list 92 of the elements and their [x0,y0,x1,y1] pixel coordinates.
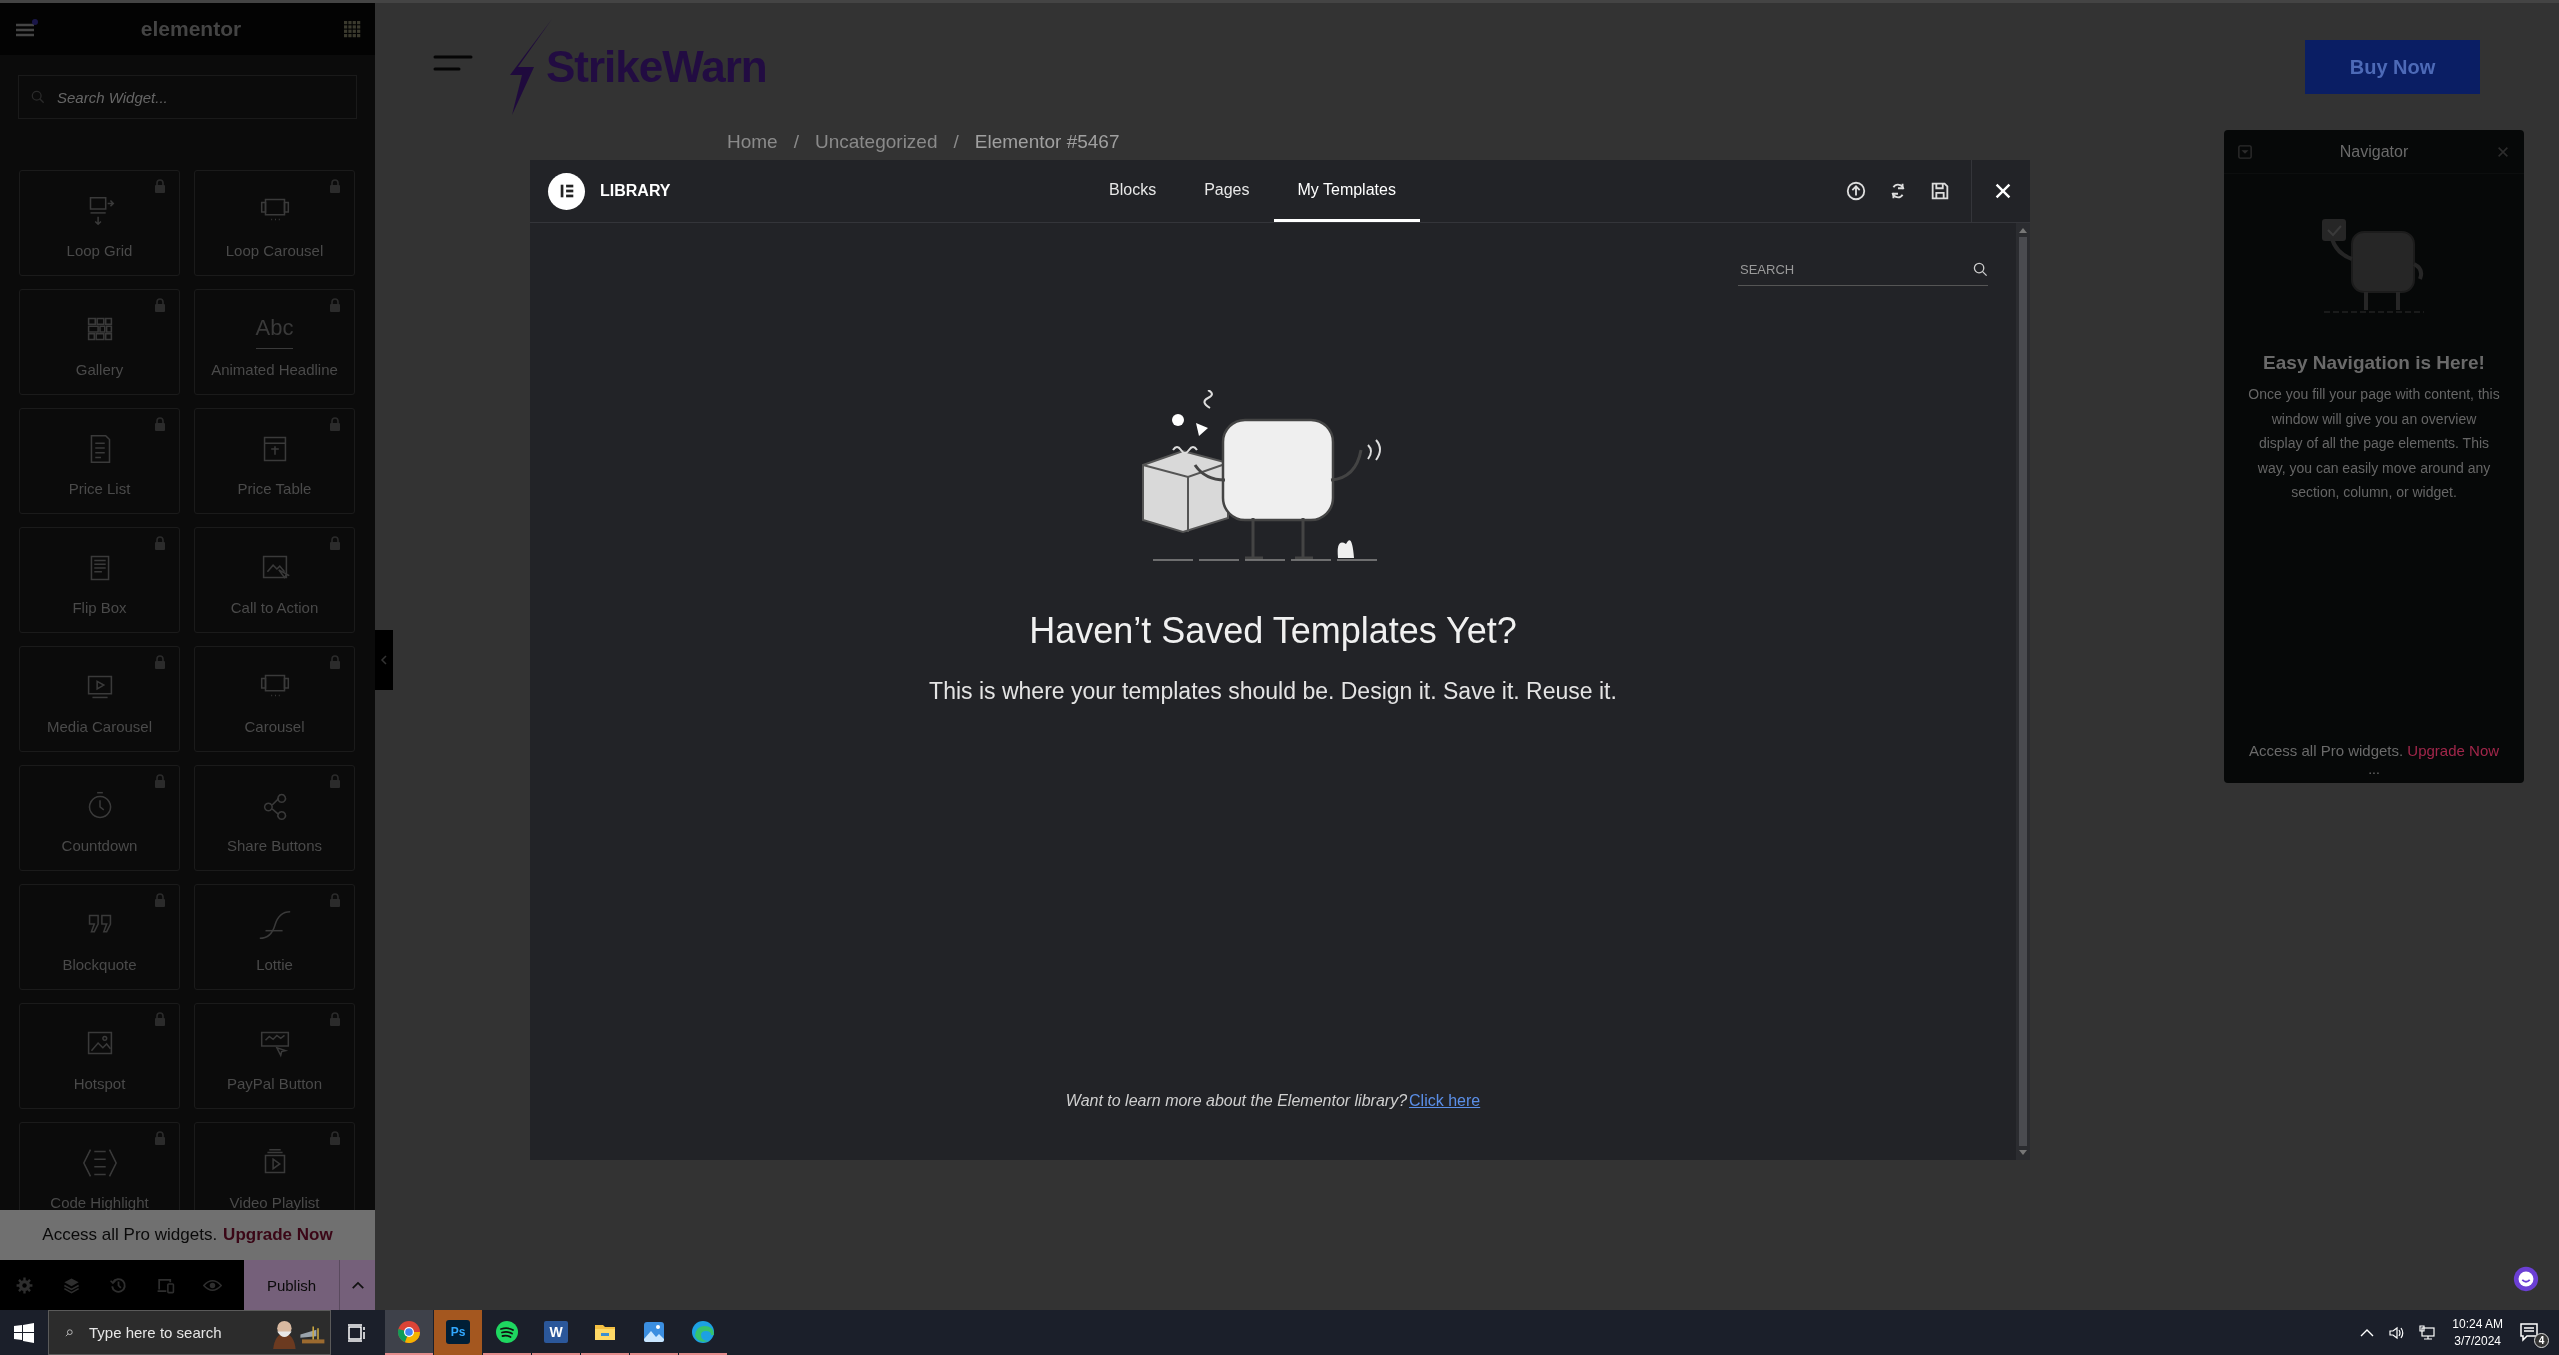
upgrade-link[interactable]: Upgrade Now [2407,742,2500,759]
widget-card[interactable]: Media Carousel [19,646,180,752]
task-view-icon[interactable] [347,1322,367,1343]
widget-label: Price List [68,480,131,497]
widget-card[interactable]: Price Table [194,408,355,514]
taskbar-app-button[interactable] [385,1310,433,1355]
browser-icon [691,1319,715,1344]
scroll-down-icon[interactable] [2019,1150,2027,1156]
widget-card[interactable]: Blockquote [19,884,180,990]
widget-label: Loop Grid [66,242,133,259]
widget-label: Countdown [61,837,138,854]
scroll-up-icon[interactable] [2019,227,2027,233]
widget-card[interactable]: Loop Carousel [194,170,355,276]
taskbar-app-button[interactable]: Ps [434,1310,482,1355]
search-field[interactable]: Type here to search [48,1310,331,1355]
elementor-logo: elementor [139,17,243,41]
widget-label: Hotspot [73,1075,126,1092]
widget-label: Blockquote [62,956,137,973]
network-icon[interactable] [2419,1324,2436,1341]
widget-card[interactable]: Hotspot [19,1003,180,1109]
tab[interactable]: My Templates [1273,160,1420,222]
document-app-icon: W [544,1320,568,1343]
widget-label: Flip Box [72,599,127,616]
footer-text: Want to learn more about the Elementor library? [1065,1092,1408,1109]
dialog-title: LIBRARY [600,182,671,200]
breadcrumb-separator: / [793,131,799,153]
panel-description: Once you fill your page with content, this window will give you an overview display of all the page elements. This way, you can easily move around any section, column, or widget. [2248,385,2500,502]
breadcrumb-separator: / [953,131,959,153]
click-here-link[interactable]: Click here [1409,1092,1481,1109]
widget-card[interactable]: Countdown [19,765,180,871]
app-icon: Ps [446,1319,470,1344]
widget-card[interactable]: Loop Grid [19,170,180,276]
panel-heading: Easy Navigation is Here! [2263,352,2485,374]
search-input[interactable]: Search Widget... [55,87,344,107]
promo-text: Access all Pro widgets. [42,1225,218,1245]
chevron-left-icon [380,654,388,666]
widget-card[interactable]: Flip Box [19,527,180,633]
time-text: 10:24 AM [2452,1315,2503,1333]
photos-icon [642,1319,666,1344]
collapse-handle[interactable] [375,630,393,690]
widget-label: Gallery [75,361,124,378]
search-field[interactable]: Search Widget... [18,75,357,119]
search-icon [1973,261,1988,277]
scroll-thumb[interactable] [2019,237,2027,1146]
widget-card[interactable]: Gallery [19,289,180,395]
panel-title: Navigator [2338,142,2410,161]
breadcrumb-item[interactable]: Uncategorized [814,131,938,153]
more-button[interactable]: ... [2368,761,2380,777]
music-icon [495,1319,519,1344]
windows-start-icon[interactable] [14,1322,34,1343]
widget-label: Animated Headline [211,361,338,378]
widget-label: Loop Carousel [225,242,324,259]
widget-card[interactable]: Price List [19,408,180,514]
save-icon[interactable] [1929,180,1951,202]
search-icon [31,90,45,104]
buy-now-button[interactable]: Buy Now [2305,40,2480,94]
widget-card[interactable]: PayPal Button [194,1003,355,1109]
widget-label: Media Carousel [46,718,153,735]
widget-label: PayPal Button [226,1075,323,1092]
widget-card[interactable]: Lottie [194,884,355,990]
taskbar-app-button[interactable]: W [532,1310,580,1355]
widget-card[interactable]: Carousel [194,646,355,752]
scrollbar[interactable] [2016,223,2030,1160]
widget-label: Lottie [256,956,293,973]
caret-icon [350,1280,365,1290]
promo-text: Access all Pro widgets. [2248,742,2404,759]
upload-icon[interactable] [1845,180,1867,202]
tab[interactable]: Blocks [1085,160,1181,222]
widget-label: Carousel [244,718,305,735]
date-text: 3/7/2024 [2454,1332,2501,1350]
search-field[interactable]: SEARCH [1738,253,1988,286]
clock[interactable]: 10:24 AM 3/7/2024 [2452,1315,2503,1350]
tab[interactable]: Pages [1180,160,1274,222]
breadcrumb-item[interactable]: Home [727,131,778,153]
elementor-logo-icon [548,172,585,210]
notifications-icon[interactable] [2519,1321,2539,1342]
widget-card[interactable]: Share Buttons [194,765,355,871]
widget-label: Price Table [237,480,312,497]
widget-label: Call to Action [230,599,319,616]
speaker-icon[interactable] [2389,1324,2406,1341]
empty-state-title: Haven’t Saved Templates Yet? [1029,610,1517,652]
breadcrumb-item: Elementor #5467 [974,131,1120,153]
chat-bubble-icon[interactable] [2512,1265,2540,1293]
widget-card[interactable]: Call to Action [194,527,355,633]
browser-icon [397,1319,421,1344]
search-input[interactable]: SEARCH [1738,260,1973,278]
publish-button[interactable]: Publish [244,1260,339,1310]
notification-count: 4 [2534,1332,2549,1348]
upgrade-link[interactable]: Upgrade Now [223,1225,333,1245]
empty-state-text: This is where your templates should be. Design it. Save it. Reuse it. [929,678,1617,705]
search-input[interactable]: Type here to search [87,1323,256,1342]
widget-label: Share Buttons [226,837,323,854]
